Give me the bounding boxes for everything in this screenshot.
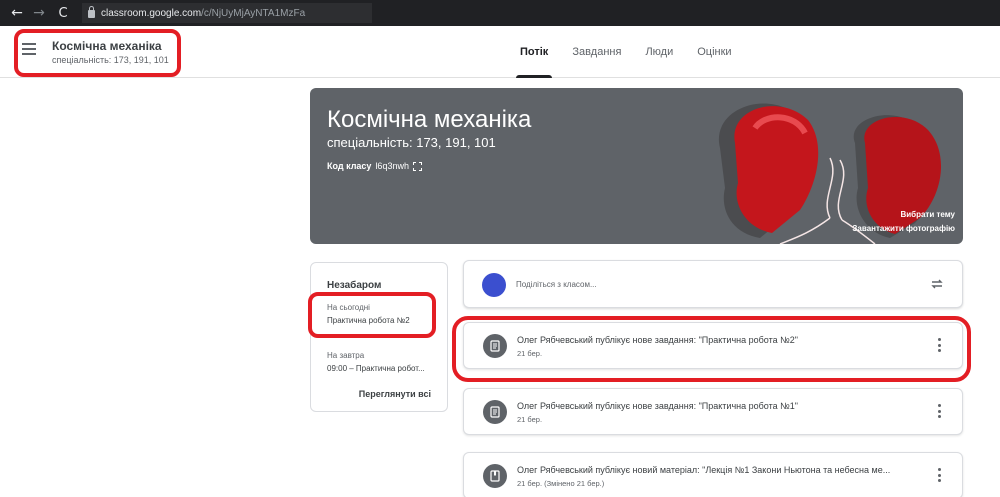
assignment-icon [483, 400, 507, 424]
lock-icon [88, 6, 95, 18]
class-code-label: Код класу [327, 161, 372, 171]
tab-stream[interactable]: Потік [508, 26, 560, 78]
select-theme-link[interactable]: Вибрати тему [900, 210, 955, 219]
avatar [482, 273, 506, 297]
post-title[interactable]: Олег Рябчевський публікує новий матеріал… [517, 465, 917, 475]
post-highlight [452, 316, 971, 382]
upcoming-tomorrow-label: На завтра [327, 351, 365, 360]
upcoming-title: Незабаром [327, 280, 382, 291]
url-path: /c/NjUyMjAyNTA1MzFa [201, 7, 306, 19]
stream-post[interactable]: Олег Рябчевський публікує нове завдання:… [463, 388, 963, 435]
back-arrow-icon[interactable]: ← [8, 5, 26, 21]
class-code: Код класу l6q3nwh [327, 161, 422, 171]
fullscreen-icon[interactable] [412, 161, 422, 171]
repost-icon[interactable] [930, 277, 944, 291]
upcoming-tomorrow-item[interactable]: 09:00 – Практична робот... [327, 364, 435, 373]
more-options-icon[interactable] [938, 468, 942, 482]
share-placeholder[interactable]: Поділіться з класом... [516, 280, 597, 289]
tab-grades[interactable]: Оцінки [685, 26, 743, 78]
reload-icon[interactable]: C [54, 6, 72, 21]
tab-classwork[interactable]: Завдання [560, 26, 633, 78]
course-tabs: Потік Завдання Люди Оцінки [508, 26, 744, 78]
course-title-highlight [14, 29, 181, 77]
class-code-value: l6q3nwh [375, 161, 409, 171]
material-icon [483, 464, 507, 488]
address-bar[interactable]: classroom.google.com/c/NjUyMjAyNTA1MzFa [82, 3, 372, 23]
boxing-gloves-image [718, 103, 942, 244]
share-with-class-box[interactable]: Поділіться з класом... [463, 260, 963, 308]
url-host: classroom.google.com [101, 7, 202, 19]
upload-photo-link[interactable]: Завантажити фотографію [852, 224, 955, 233]
today-item-highlight [308, 292, 436, 338]
tab-people[interactable]: Люди [633, 26, 685, 78]
course-banner: Космічна механіка спеціальність: 173, 19… [310, 88, 963, 244]
banner-subtitle: спеціальність: 173, 191, 101 [327, 135, 496, 150]
browser-toolbar: ← → C classroom.google.com/c/NjUyMjAyNTA… [0, 0, 1000, 26]
post-date: 21 бер. [517, 415, 543, 424]
post-date: 21 бер. (Змінено 21 бер.) [517, 479, 605, 488]
more-options-icon[interactable] [938, 404, 942, 418]
post-title[interactable]: Олег Рябчевський публікує нове завдання:… [517, 401, 917, 411]
stream-post[interactable]: Олег Рябчевський публікує новий матеріал… [463, 452, 963, 497]
view-all-button[interactable]: Переглянути всі [359, 389, 431, 399]
forward-arrow-icon[interactable]: → [30, 5, 48, 21]
banner-title: Космічна механіка [327, 106, 532, 133]
